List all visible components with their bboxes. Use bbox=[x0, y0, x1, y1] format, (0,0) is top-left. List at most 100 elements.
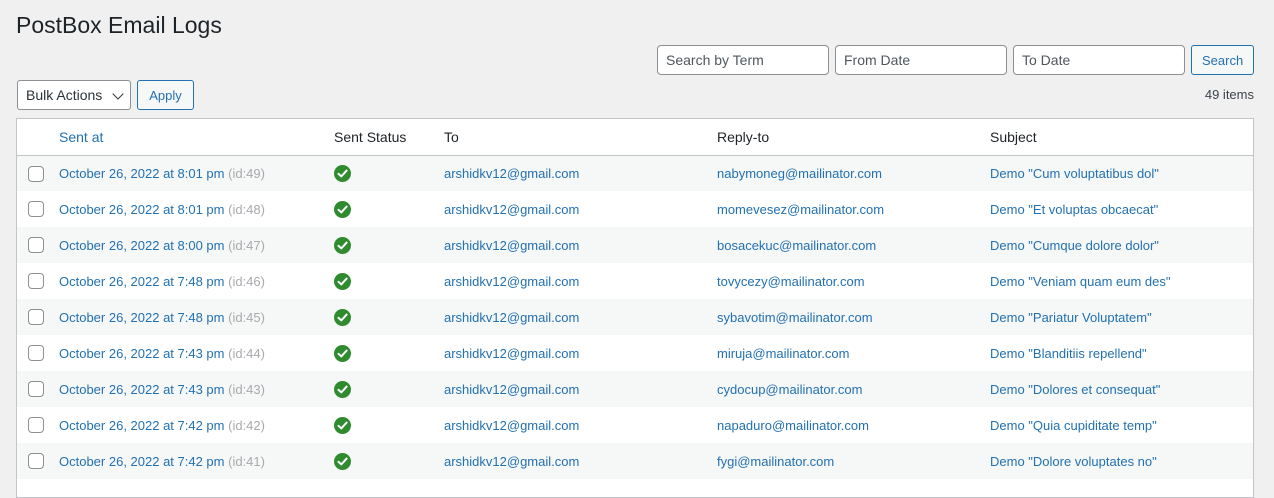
reply-to-email-link[interactable]: bosacekuc@mailinator.com bbox=[717, 238, 876, 253]
row-checkbox[interactable] bbox=[28, 345, 44, 362]
from-date-input[interactable] bbox=[835, 45, 1007, 75]
table-row: October 26, 2022 at 8:01 pm (id:48) arshi… bbox=[17, 191, 1253, 227]
reply-to-cell: napaduro@mailinator.com bbox=[717, 407, 990, 443]
sort-sent-at-link[interactable]: Sent at bbox=[59, 129, 103, 145]
reply-to-email-link[interactable]: tovycezy@mailinator.com bbox=[717, 274, 865, 289]
reply-to-email-link[interactable]: nabymoneg@mailinator.com bbox=[717, 166, 882, 181]
reply-to-cell: fygi@mailinator.com bbox=[717, 443, 990, 479]
apply-button[interactable]: Apply bbox=[137, 80, 194, 110]
to-cell: arshidkv12@gmail.com bbox=[444, 191, 717, 227]
reply-to-cell: cydocup@mailinator.com bbox=[717, 371, 990, 407]
to-cell: arshidkv12@gmail.com bbox=[444, 407, 717, 443]
to-cell: arshidkv12@gmail.com bbox=[444, 443, 717, 479]
subject-cell: Demo "Cum voluptatibus dol" bbox=[990, 155, 1253, 191]
row-checkbox[interactable] bbox=[28, 237, 44, 254]
sent-status-cell bbox=[334, 371, 444, 407]
check-circle-icon bbox=[334, 164, 351, 182]
table-row: October 26, 2022 at 8:01 pm (id:49) arshi… bbox=[17, 155, 1253, 191]
sent-at-link[interactable]: October 26, 2022 at 7:43 pm bbox=[59, 382, 225, 397]
row-checkbox[interactable] bbox=[28, 381, 44, 398]
sent-status-cell bbox=[334, 191, 444, 227]
column-header-sent-at[interactable]: Sent at bbox=[59, 119, 334, 156]
subject-link[interactable]: Demo "Blanditiis repellend" bbox=[990, 346, 1147, 361]
reply-to-email-link[interactable]: sybavotim@mailinator.com bbox=[717, 310, 873, 325]
check-circle-icon bbox=[334, 272, 351, 290]
reply-to-cell: sybavotim@mailinator.com bbox=[717, 299, 990, 335]
search-button[interactable]: Search bbox=[1191, 45, 1254, 75]
subject-link[interactable]: Demo "Cumque dolore dolor" bbox=[990, 238, 1159, 253]
to-date-input[interactable] bbox=[1013, 45, 1185, 75]
reply-to-email-link[interactable]: fygi@mailinator.com bbox=[717, 454, 834, 469]
sent-at-link[interactable]: October 26, 2022 at 8:00 pm bbox=[59, 238, 225, 253]
table-row: October 26, 2022 at 7:42 pm (id:42) arshi… bbox=[17, 407, 1253, 443]
to-email-link[interactable]: arshidkv12@gmail.com bbox=[444, 274, 579, 289]
to-email-link[interactable]: arshidkv12@gmail.com bbox=[444, 454, 579, 469]
log-id: (id:49) bbox=[228, 165, 265, 181]
subject-cell: Demo "Cumque dolore dolor" bbox=[990, 227, 1253, 263]
log-id: (id:41) bbox=[228, 453, 265, 469]
column-header-sent-status: Sent Status bbox=[334, 119, 444, 156]
sent-status-cell bbox=[334, 227, 444, 263]
row-checkbox[interactable] bbox=[28, 309, 44, 326]
sent-at-link[interactable]: October 26, 2022 at 8:01 pm bbox=[59, 166, 225, 181]
to-email-link[interactable]: arshidkv12@gmail.com bbox=[444, 346, 579, 361]
subject-link[interactable]: Demo "Pariatur Voluptatem" bbox=[990, 310, 1152, 325]
sent-at-cell: October 26, 2022 at 7:42 pm (id:41) bbox=[59, 443, 334, 479]
subject-link[interactable]: Demo "Et voluptas obcaecat" bbox=[990, 202, 1158, 217]
sent-at-link[interactable]: October 26, 2022 at 7:43 pm bbox=[59, 346, 225, 361]
subject-link[interactable]: Demo "Quia cupiditate temp" bbox=[990, 418, 1157, 433]
row-checkbox[interactable] bbox=[28, 165, 44, 182]
reply-to-cell: miruja@mailinator.com bbox=[717, 335, 990, 371]
sent-at-cell: October 26, 2022 at 8:01 pm (id:48) bbox=[59, 191, 334, 227]
reply-to-email-link[interactable]: napaduro@mailinator.com bbox=[717, 418, 869, 433]
table-row: October 26, 2022 at 7:42 pm (id:41) arshi… bbox=[17, 443, 1253, 479]
to-email-link[interactable]: arshidkv12@gmail.com bbox=[444, 166, 579, 181]
check-circle-icon bbox=[334, 200, 351, 218]
row-checkbox[interactable] bbox=[28, 201, 44, 218]
sent-at-link[interactable]: October 26, 2022 at 7:42 pm bbox=[59, 454, 225, 469]
sent-status-cell bbox=[334, 299, 444, 335]
row-checkbox-cell bbox=[17, 155, 59, 191]
table-row: October 26, 2022 at 7:48 pm (id:46) arshi… bbox=[17, 263, 1253, 299]
subject-link[interactable]: Demo "Veniam quam eum des" bbox=[990, 274, 1170, 289]
sent-at-link[interactable]: October 26, 2022 at 8:01 pm bbox=[59, 202, 225, 217]
to-email-link[interactable]: arshidkv12@gmail.com bbox=[444, 238, 579, 253]
to-cell: arshidkv12@gmail.com bbox=[444, 299, 717, 335]
sent-at-cell: October 26, 2022 at 8:00 pm (id:47) bbox=[59, 227, 334, 263]
to-email-link[interactable]: arshidkv12@gmail.com bbox=[444, 310, 579, 325]
to-email-link[interactable]: arshidkv12@gmail.com bbox=[444, 202, 579, 217]
check-circle-icon bbox=[334, 380, 351, 398]
subject-cell: Demo "Dolore voluptates no" bbox=[990, 443, 1253, 479]
bulk-actions-select[interactable]: Bulk Actions bbox=[17, 80, 131, 110]
to-email-link[interactable]: arshidkv12@gmail.com bbox=[444, 382, 579, 397]
subject-cell: Demo "Blanditiis repellend" bbox=[990, 335, 1253, 371]
reply-to-email-link[interactable]: miruja@mailinator.com bbox=[717, 346, 849, 361]
sent-at-cell: October 26, 2022 at 7:43 pm (id:44) bbox=[59, 335, 334, 371]
check-circle-icon bbox=[334, 416, 351, 434]
sent-at-link[interactable]: October 26, 2022 at 7:48 pm bbox=[59, 274, 225, 289]
check-circle-icon bbox=[334, 452, 351, 470]
row-checkbox[interactable] bbox=[28, 273, 44, 290]
subject-link[interactable]: Demo "Dolores et consequat" bbox=[990, 382, 1160, 397]
row-checkbox[interactable] bbox=[28, 453, 44, 470]
search-term-input[interactable] bbox=[657, 45, 829, 75]
row-checkbox-cell bbox=[17, 299, 59, 335]
reply-to-email-link[interactable]: cydocup@mailinator.com bbox=[717, 382, 862, 397]
column-header-to: To bbox=[444, 119, 717, 156]
table-row: October 26, 2022 at 8:00 pm (id:47) arshi… bbox=[17, 227, 1253, 263]
to-email-link[interactable]: arshidkv12@gmail.com bbox=[444, 418, 579, 433]
subject-link[interactable]: Demo "Dolore voluptates no" bbox=[990, 454, 1157, 469]
bulk-actions-label: Bulk Actions bbox=[26, 87, 103, 103]
row-checkbox[interactable] bbox=[28, 417, 44, 434]
sent-status-cell bbox=[334, 263, 444, 299]
log-id: (id:46) bbox=[228, 273, 265, 289]
log-id: (id:47) bbox=[228, 237, 265, 253]
to-cell: arshidkv12@gmail.com bbox=[444, 335, 717, 371]
sent-at-link[interactable]: October 26, 2022 at 7:42 pm bbox=[59, 418, 225, 433]
reply-to-email-link[interactable]: momevesez@mailinator.com bbox=[717, 202, 884, 217]
to-cell: arshidkv12@gmail.com bbox=[444, 263, 717, 299]
subject-link[interactable]: Demo "Cum voluptatibus dol" bbox=[990, 166, 1159, 181]
items-count: 49 items bbox=[1204, 87, 1254, 102]
sent-at-link[interactable]: October 26, 2022 at 7:48 pm bbox=[59, 310, 225, 325]
sent-status-cell bbox=[334, 335, 444, 371]
